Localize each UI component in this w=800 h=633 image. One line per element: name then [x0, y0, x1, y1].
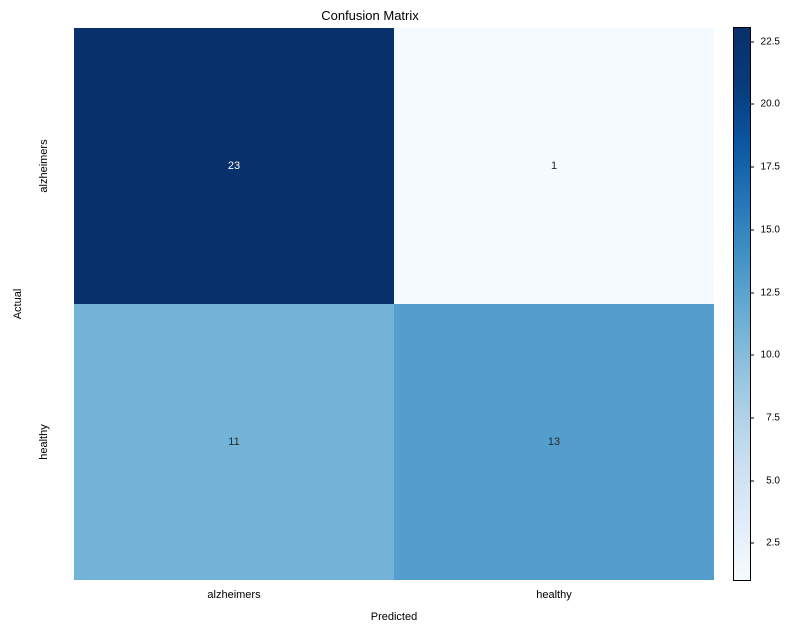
y-axis-label: Actual: [12, 289, 24, 320]
cbar-tickmark-7: [750, 104, 754, 105]
cell-1-0: 11: [74, 304, 394, 580]
y-axis: Actual: [18, 28, 32, 580]
cbar-tick-5: 15.0: [761, 225, 780, 236]
cbar-tick-6: 17.5: [761, 162, 780, 173]
confusion-matrix-chart: Confusion Matrix 23 1 11 13 alzheimers h…: [0, 0, 800, 633]
cbar-tickmark-3: [750, 355, 754, 356]
heatmap-grid: 23 1 11 13: [74, 28, 714, 580]
xtick-1: healthy: [536, 589, 571, 601]
cell-0-0: 23: [74, 28, 394, 304]
cbar-tick-1: 5.0: [766, 476, 780, 487]
cbar-tick-0: 2.5: [766, 538, 780, 549]
cbar-tick-4: 12.5: [761, 288, 780, 299]
cbar-tick-7: 20.0: [761, 99, 780, 110]
cbar-tick-3: 10.0: [761, 350, 780, 361]
cbar-tickmark-4: [750, 293, 754, 294]
chart-title: Confusion Matrix: [0, 8, 740, 23]
cbar-tickmark-0: [750, 543, 754, 544]
ytick-1: healthy: [38, 424, 50, 459]
cbar-tickmark-8: [750, 42, 754, 43]
cbar-tick-2: 7.5: [766, 413, 780, 424]
x-axis-label: Predicted: [74, 611, 714, 623]
cell-1-1: 13: [394, 304, 714, 580]
cell-0-1: 1: [394, 28, 714, 304]
colorbar: [734, 28, 750, 580]
cbar-tick-8: 22.5: [761, 37, 780, 48]
cbar-tickmark-1: [750, 481, 754, 482]
cbar-tickmark-6: [750, 167, 754, 168]
cbar-tickmark-2: [750, 418, 754, 419]
cbar-tickmark-5: [750, 230, 754, 231]
ytick-0: alzheimers: [38, 139, 50, 192]
xtick-0: alzheimers: [207, 589, 260, 601]
